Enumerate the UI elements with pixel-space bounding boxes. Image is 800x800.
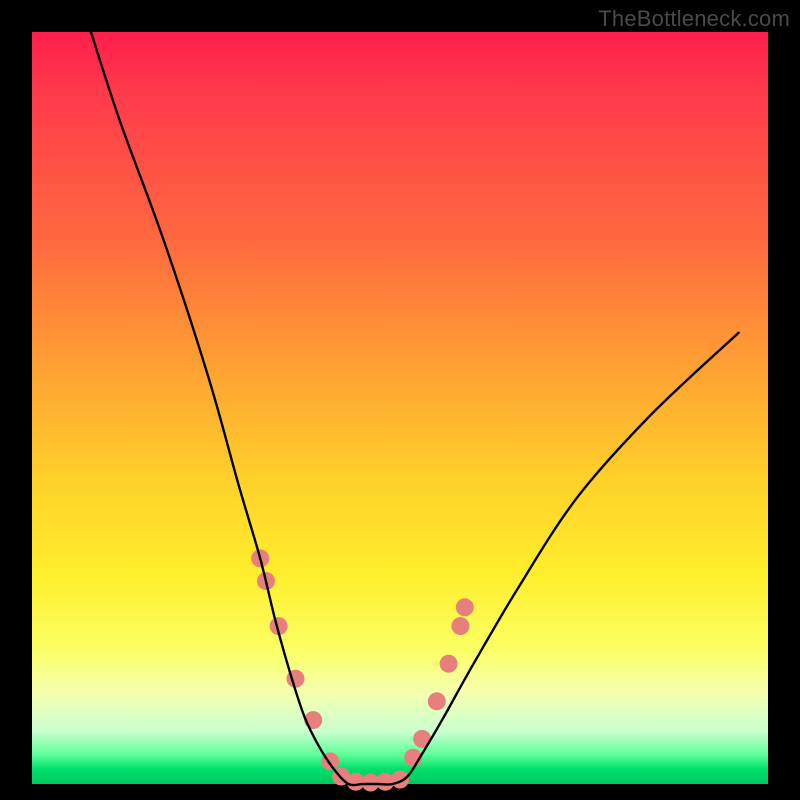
curve-svg	[32, 32, 768, 784]
marker-dot	[451, 617, 469, 635]
marker-dots	[251, 549, 474, 791]
marker-dot	[391, 771, 409, 789]
marker-dot	[456, 598, 474, 616]
marker-dot	[428, 692, 446, 710]
bottleneck-curve	[91, 32, 739, 785]
watermark-text: TheBottleneck.com	[598, 6, 790, 32]
plot-area	[32, 32, 768, 784]
chart-frame: TheBottleneck.com	[0, 0, 800, 800]
marker-dot	[440, 655, 458, 673]
